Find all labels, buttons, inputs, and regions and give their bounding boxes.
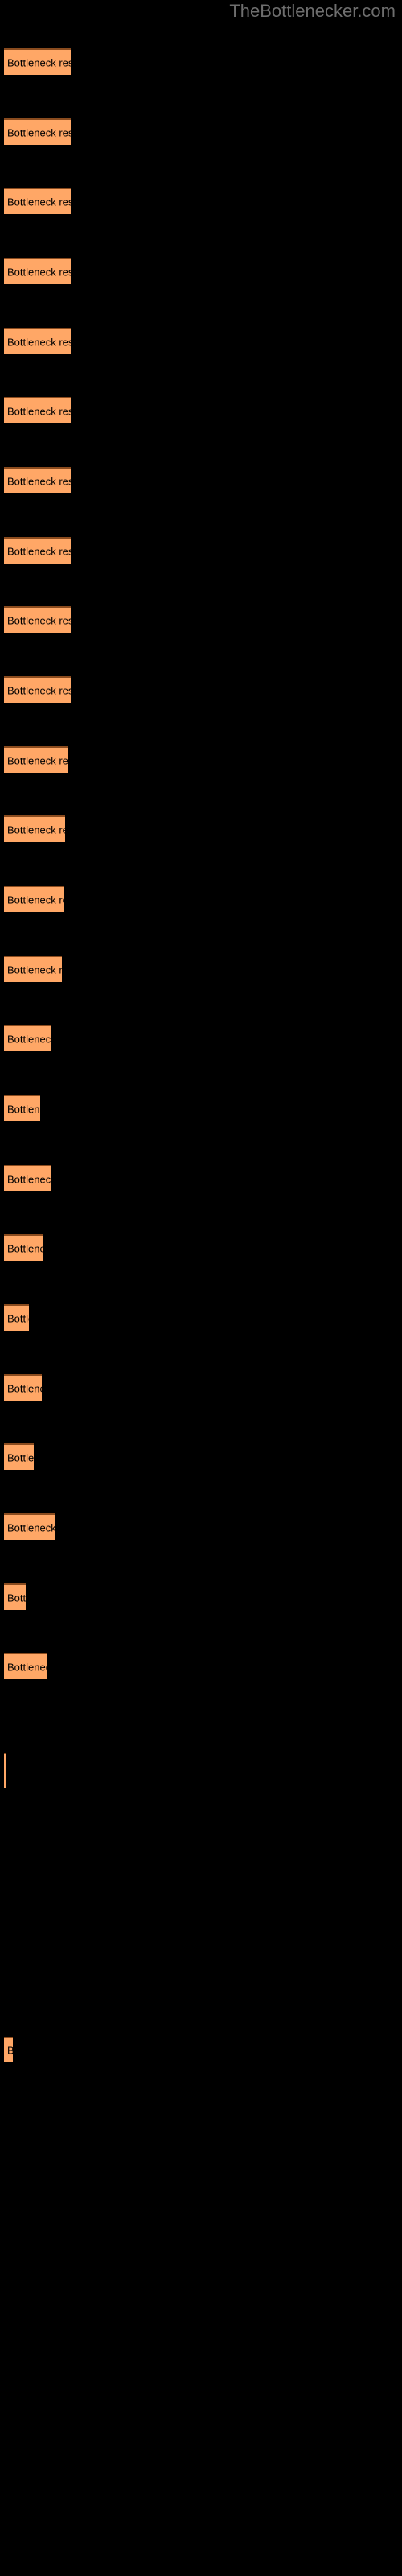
bar-5[interactable]: Bottleneck result bbox=[4, 328, 71, 354]
bar-label-23: Bottleneck result bbox=[7, 1591, 26, 1604]
bar-label-15: Bottleneck result bbox=[7, 1033, 51, 1045]
bar-7[interactable]: Bottleneck result bbox=[4, 467, 71, 493]
bar-6[interactable]: Bottleneck result bbox=[4, 397, 71, 423]
bar-12[interactable]: Bottleneck result bbox=[4, 815, 65, 842]
bar-4[interactable]: Bottleneck result bbox=[4, 258, 71, 284]
bar-label-3: Bottleneck result bbox=[7, 196, 71, 208]
bar-8[interactable]: Bottleneck result bbox=[4, 537, 71, 564]
bar-label-2: Bottleneck result bbox=[7, 126, 71, 138]
bar-label-12: Bottleneck result bbox=[7, 824, 65, 836]
bar-22[interactable]: Bottleneck result bbox=[4, 1513, 55, 1540]
bar-label-6: Bottleneck result bbox=[7, 405, 71, 417]
bar-2[interactable]: Bottleneck result bbox=[4, 118, 71, 145]
bar-3[interactable]: Bottleneck result bbox=[4, 188, 71, 214]
bar-1[interactable]: Bottleneck result bbox=[4, 48, 71, 75]
bar-label-20: Bottleneck result bbox=[7, 1382, 42, 1394]
bar-label-5: Bottleneck result bbox=[7, 336, 71, 348]
bar-18[interactable]: Bottleneck result bbox=[4, 1234, 43, 1261]
bar-25[interactable]: Bottleneck result bbox=[4, 1753, 6, 1788]
bar-23[interactable]: Bottleneck result bbox=[4, 1583, 26, 1610]
bar-label-4: Bottleneck result bbox=[7, 266, 71, 278]
bar-13[interactable]: Bottleneck result bbox=[4, 886, 64, 912]
bar-24[interactable]: Bottleneck result bbox=[4, 1653, 47, 1679]
bar-label-22: Bottleneck result bbox=[7, 1521, 55, 1534]
bar-16[interactable]: Bottleneck result bbox=[4, 1095, 40, 1121]
bar-label-21: Bottleneck result bbox=[7, 1451, 34, 1463]
bar-14[interactable]: Bottleneck result bbox=[4, 956, 62, 982]
bar-label-14: Bottleneck result bbox=[7, 964, 62, 976]
bar-label-18: Bottleneck result bbox=[7, 1242, 43, 1254]
bar-label-10: Bottleneck result bbox=[7, 684, 71, 696]
bar-20[interactable]: Bottleneck result bbox=[4, 1374, 42, 1401]
bar-11[interactable]: Bottleneck result bbox=[4, 746, 68, 773]
bar-label-17: Bottleneck result bbox=[7, 1173, 51, 1185]
bar-label-26: Bottleneck result bbox=[7, 2044, 13, 2056]
bar-label-11: Bottleneck result bbox=[7, 754, 68, 766]
bar-26[interactable]: Bottleneck result bbox=[4, 2037, 13, 2062]
bar-10[interactable]: Bottleneck result bbox=[4, 676, 71, 703]
bar-label-1: Bottleneck result bbox=[7, 56, 71, 68]
bar-label-7: Bottleneck result bbox=[7, 475, 71, 487]
bar-19[interactable]: Bottleneck result bbox=[4, 1304, 29, 1331]
plot-area: Bottleneck result Bottleneck result Bottle… bbox=[0, 0, 402, 2576]
bar-21[interactable]: Bottleneck result bbox=[4, 1443, 34, 1470]
bar-label-9: Bottleneck result bbox=[7, 614, 71, 626]
bar-label-24: Bottleneck result bbox=[7, 1661, 47, 1673]
bar-label-13: Bottleneck result bbox=[7, 894, 64, 906]
bar-17[interactable]: Bottleneck result bbox=[4, 1165, 51, 1191]
bar-label-8: Bottleneck result bbox=[7, 545, 71, 557]
bar-15[interactable]: Bottleneck result bbox=[4, 1025, 51, 1051]
bar-label-16: Bottleneck result bbox=[7, 1103, 40, 1115]
bar-9[interactable]: Bottleneck result bbox=[4, 606, 71, 633]
bar-label-19: Bottleneck result bbox=[7, 1312, 29, 1324]
bottleneck-chart: TheBottlenecker.com Bottleneck resultBot… bbox=[0, 0, 402, 2576]
